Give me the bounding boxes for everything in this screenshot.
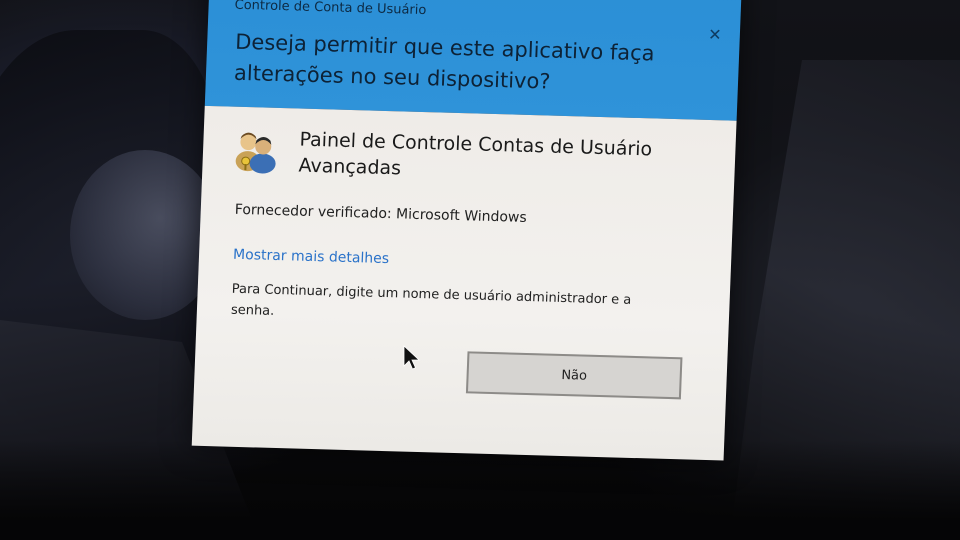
close-icon: ✕ [707,24,722,45]
uac-dialog: Controle de Conta de Usuário ✕ Deseja pe… [191,0,742,461]
show-more-details-link[interactable]: Mostrar mais detalhes [233,247,390,267]
verified-publisher: Fornecedor verificado: Microsoft Windows [234,201,528,226]
no-button-label: Não [561,367,588,384]
mouse-cursor-icon [403,345,421,370]
dialog-question: Deseja permitir que este aplicativo faça… [233,27,705,102]
users-icon [235,132,276,174]
app-name: Painel de Controle Contas de Usuário Ava… [298,127,700,190]
dialog-body: Painel de Controle Contas de Usuário Ava… [191,105,737,461]
desktop-wallpaper: Controle de Conta de Usuário ✕ Deseja pe… [0,0,960,540]
no-button[interactable]: Não [465,351,683,400]
dialog-header: Controle de Conta de Usuário ✕ Deseja pe… [204,0,742,121]
credentials-instruction: Para Continuar, digite um nome de usuári… [230,281,632,319]
window-title: Controle de Conta de Usuário [234,0,427,19]
close-button[interactable]: ✕ [703,24,726,47]
wallpaper-shadow [0,440,960,540]
